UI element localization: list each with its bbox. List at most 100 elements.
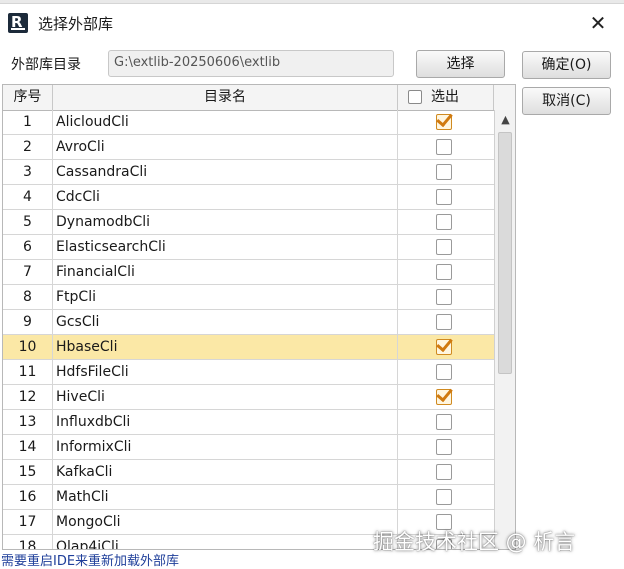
row-select-checkbox[interactable] (436, 264, 452, 280)
column-header-selected[interactable]: 选出 (398, 85, 494, 110)
row-select-checkbox[interactable] (436, 489, 452, 505)
row-select-checkbox[interactable] (436, 334, 453, 355)
cancel-button[interactable]: 取消(C) (522, 87, 611, 115)
row-index: 2 (3, 135, 53, 159)
row-checkbox-cell (398, 485, 494, 509)
close-icon[interactable]: ✕ (584, 10, 612, 36)
table-header: 序号 目录名 选出 (3, 85, 515, 111)
row-select-checkbox[interactable] (436, 414, 452, 430)
row-select-checkbox[interactable] (436, 189, 452, 205)
row-library-name: FinancialCli (53, 260, 398, 284)
library-table: 序号 目录名 选出 1 AlicloudCli 2 AvroCli 3 Cassandra… (2, 84, 516, 550)
table-row[interactable]: 9 GcsCli (3, 310, 494, 335)
row-select-checkbox[interactable] (436, 314, 452, 330)
table-row[interactable]: 15 KafkaCli (3, 460, 494, 485)
row-library-name: CdcCli (53, 185, 398, 209)
row-library-name: Olap4jCli (53, 535, 398, 549)
column-header-filler (494, 85, 515, 110)
row-library-name: KafkaCli (53, 460, 398, 484)
table-row[interactable]: 13 InfluxdbCli (3, 410, 494, 435)
row-select-checkbox[interactable] (436, 464, 452, 480)
row-select-checkbox[interactable] (436, 384, 453, 405)
row-library-name: AvroCli (53, 135, 398, 159)
library-directory-label: 外部库目录 (11, 57, 81, 73)
column-header-index[interactable]: 序号 (3, 85, 53, 110)
row-checkbox-cell (398, 435, 494, 459)
row-library-name: InfluxdbCli (53, 410, 398, 434)
row-checkbox-cell (398, 310, 494, 334)
title-bar: R 选择外部库 ✕ (0, 4, 624, 40)
row-library-name: ElasticsearchCli (53, 235, 398, 259)
table-row[interactable]: 10 HbaseCli (3, 334, 494, 360)
row-checkbox-cell (398, 410, 494, 434)
table-body: 1 AlicloudCli 2 AvroCli 3 CassandraCli 4 CdcCli… (3, 110, 494, 549)
row-index: 6 (3, 235, 53, 259)
checkmark-icon (436, 334, 453, 353)
row-checkbox-cell (398, 135, 494, 159)
select-all-label: 选出 (431, 89, 459, 105)
table-row[interactable]: 14 InformixCli (3, 435, 494, 460)
row-select-checkbox[interactable] (436, 239, 452, 255)
row-select-checkbox[interactable] (436, 110, 453, 130)
row-library-name: FtpCli (53, 285, 398, 309)
select-all-checkbox[interactable] (408, 90, 422, 104)
row-checkbox-cell (398, 110, 494, 134)
row-index: 8 (3, 285, 53, 309)
select-external-library-dialog: R 选择外部库 ✕ 外部库目录 G:\extlib-20250606\extli… (0, 3, 624, 569)
row-select-checkbox[interactable] (436, 364, 452, 380)
row-select-checkbox[interactable] (436, 289, 452, 305)
row-select-checkbox[interactable] (436, 164, 452, 180)
table-row[interactable]: 4 CdcCli (3, 185, 494, 210)
row-index: 7 (3, 260, 53, 284)
row-library-name: MongoCli (53, 510, 398, 534)
table-row[interactable]: 3 CassandraCli (3, 160, 494, 185)
row-library-name: AlicloudCli (53, 110, 398, 134)
table-row[interactable]: 16 MathCli (3, 485, 494, 510)
table-row[interactable]: 8 FtpCli (3, 285, 494, 310)
table-row[interactable]: 2 AvroCli (3, 135, 494, 160)
scrollbar-thumb[interactable] (498, 132, 512, 374)
row-checkbox-cell (398, 460, 494, 484)
row-index: 10 (3, 335, 53, 359)
row-index: 14 (3, 435, 53, 459)
app-r-icon: R (8, 13, 28, 33)
row-index: 18 (3, 535, 53, 549)
row-index: 13 (3, 410, 53, 434)
row-checkbox-cell (398, 285, 494, 309)
row-index: 16 (3, 485, 53, 509)
row-index: 12 (3, 385, 53, 409)
row-library-name: HiveCli (53, 385, 398, 409)
row-index: 17 (3, 510, 53, 534)
table-row[interactable]: 12 HiveCli (3, 384, 494, 410)
row-select-checkbox[interactable] (436, 214, 452, 230)
row-checkbox-cell (398, 160, 494, 184)
checkmark-icon (436, 384, 453, 403)
row-library-name: HdfsFileCli (53, 360, 398, 384)
select-directory-button[interactable]: 选择 (416, 50, 505, 78)
scroll-up-arrow-icon[interactable]: ▲ (495, 110, 515, 130)
row-index: 3 (3, 160, 53, 184)
checkmark-icon (436, 110, 453, 128)
row-index: 5 (3, 210, 53, 234)
row-checkbox-cell (398, 260, 494, 284)
row-library-name: MathCli (53, 485, 398, 509)
restart-hint-text: 需要重启IDE来重新加载外部库 (1, 554, 180, 569)
row-select-checkbox[interactable] (436, 439, 452, 455)
row-checkbox-cell (398, 185, 494, 209)
row-index: 9 (3, 310, 53, 334)
row-library-name: DynamodbCli (53, 210, 398, 234)
table-row[interactable]: 1 AlicloudCli (3, 110, 494, 135)
row-checkbox-cell (398, 360, 494, 384)
library-directory-field[interactable]: G:\extlib-20250606\extlib (108, 50, 394, 77)
table-row[interactable]: 6 ElasticsearchCli (3, 235, 494, 260)
row-checkbox-cell (398, 334, 494, 359)
vertical-scrollbar[interactable]: ▲ (494, 110, 515, 549)
table-row[interactable]: 11 HdfsFileCli (3, 360, 494, 385)
row-select-checkbox[interactable] (436, 139, 452, 155)
table-row[interactable]: 5 DynamodbCli (3, 210, 494, 235)
row-checkbox-cell (398, 235, 494, 259)
ok-button[interactable]: 确定(O) (522, 51, 611, 79)
row-library-name: InformixCli (53, 435, 398, 459)
table-row[interactable]: 7 FinancialCli (3, 260, 494, 285)
column-header-name[interactable]: 目录名 (53, 85, 398, 110)
